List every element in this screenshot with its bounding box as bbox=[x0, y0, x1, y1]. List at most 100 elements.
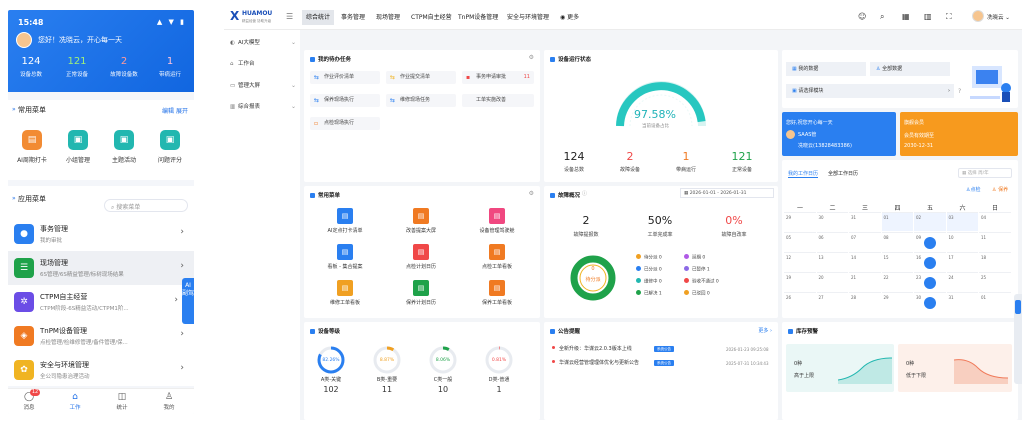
stat-fault[interactable]: 2 故障设备数 bbox=[101, 56, 147, 78]
sidebar-item-workbench[interactable]: ⌂ 工作台 bbox=[230, 57, 298, 71]
todo-item[interactable]: ▫ 点检现场执行 bbox=[310, 117, 380, 130]
app-item-site[interactable]: ☰ 现场管理 6S管理/6S精益管理/标树现场结果 › bbox=[8, 251, 194, 285]
calendar-day[interactable]: 13 bbox=[816, 252, 848, 271]
calendar-day[interactable]: 05 bbox=[784, 232, 816, 251]
todo-item[interactable]: ⇆ 作业评价清单 bbox=[310, 71, 380, 84]
collapse-menu-icon[interactable]: ☰ bbox=[286, 12, 293, 21]
calendar-day[interactable]: 27 bbox=[816, 292, 848, 311]
avatar[interactable] bbox=[16, 32, 32, 48]
quick-menu-item[interactable]: ▤ AI定点打卡清单 bbox=[316, 208, 374, 234]
quick-menu-item[interactable]: ▤ 设备管理驾驶舱 bbox=[468, 208, 526, 234]
sidebar-item-report[interactable]: ▥ 综合报表 ⌄ bbox=[230, 100, 298, 114]
schedule-dot[interactable] bbox=[924, 297, 936, 309]
app-item-affairs[interactable]: ● 事务管理 我的审批 › bbox=[8, 217, 194, 251]
calendar-day[interactable]: 25 bbox=[979, 272, 1011, 291]
app-item-safety[interactable]: ✿ 安全与环境管理 全公司隐患治理活动 › bbox=[8, 353, 194, 387]
calendar-day[interactable]: 26 bbox=[784, 292, 816, 311]
date-range-picker[interactable]: ▦ 2026-01-01 - 2026-01-31 bbox=[680, 188, 774, 198]
calendar-day[interactable]: 10 bbox=[946, 232, 978, 251]
sidebar-item-screen[interactable]: ▭ 管理大屏 ⌄ bbox=[230, 79, 298, 93]
schedule-dot[interactable] bbox=[924, 237, 936, 249]
calendar-day[interactable]: 28 bbox=[849, 292, 881, 311]
tab-my-calendar[interactable]: 我的工作日历 bbox=[788, 170, 819, 178]
fault-stat[interactable]: 0% 故障自改率 bbox=[708, 214, 760, 238]
calendar-day[interactable]: 04 bbox=[979, 212, 1011, 231]
menu-search-input[interactable]: ⌕ 搜索菜单 bbox=[104, 199, 188, 212]
quick-menu-item[interactable]: ▤ 点检工单看板 bbox=[468, 244, 526, 270]
calendar-day[interactable]: 06 bbox=[816, 232, 848, 251]
app-item-ctpm[interactable]: ✲ CTPM自主经营 CTPM阶段-6S精益活动/CTPM1阶... › bbox=[8, 285, 194, 319]
calendar-day[interactable]: 17 bbox=[946, 252, 978, 271]
calendar-day[interactable]: 16 bbox=[914, 252, 946, 271]
todo-item[interactable]: ⇆ 作业提交清单 bbox=[386, 71, 456, 84]
more-link[interactable]: 更多 › bbox=[758, 327, 772, 334]
stock-upper-box[interactable]: 0种 高于上限 bbox=[786, 344, 894, 392]
notice-item[interactable]: 全新升级：华谋云2.0.3版本上线 bbox=[552, 344, 632, 354]
calendar-day[interactable]: 21 bbox=[849, 272, 881, 291]
quick-item[interactable]: ▣ 问题评分 bbox=[150, 130, 190, 164]
calendar-day[interactable]: 30 bbox=[914, 292, 946, 311]
quick-menu-item[interactable]: ▤ 看板 - 集合提案 bbox=[316, 244, 374, 270]
ai-assistant-button[interactable] bbox=[1015, 300, 1021, 314]
calendar-day[interactable]: 01 bbox=[979, 292, 1011, 311]
top-menu-safety[interactable]: 安全与环境管理 bbox=[503, 10, 553, 25]
tab-all-calendar[interactable]: 全部工作日历 bbox=[828, 170, 858, 177]
calendar-day[interactable]: 30 bbox=[816, 212, 848, 231]
calendar-day[interactable]: 29 bbox=[784, 212, 816, 231]
calendar-day[interactable]: 07 bbox=[849, 232, 881, 251]
calendar-day[interactable]: 03 bbox=[946, 212, 978, 231]
top-menu-site[interactable]: 现场管理 bbox=[372, 10, 404, 25]
calendar-search-input[interactable]: ▦ 选择 周/年 bbox=[958, 168, 1012, 178]
quick-menu-item[interactable]: ▤ 点检计划日历 bbox=[392, 244, 450, 270]
fault-stat[interactable]: 50% 工单完成率 bbox=[634, 214, 686, 238]
tab-stats[interactable]: ◫ 统计 bbox=[107, 392, 137, 411]
settings-icon[interactable]: ⚙ bbox=[529, 190, 534, 197]
fault-stat[interactable]: 2 故障提报数 bbox=[560, 214, 612, 238]
quick-menu-item[interactable]: ▤ 维修工单看板 bbox=[316, 280, 374, 306]
calendar-day[interactable]: 22 bbox=[881, 272, 913, 291]
stat-normal[interactable]: 121 正常设备 bbox=[54, 56, 100, 78]
calendar-day[interactable]: 18 bbox=[979, 252, 1011, 271]
todo-item[interactable]: ⇆ 保养现场执行 bbox=[310, 94, 380, 107]
stock-lower-box[interactable]: 0种 低于下限 bbox=[898, 344, 1012, 392]
top-menu-ctpm[interactable]: CTPM自主经营 bbox=[407, 10, 456, 25]
robot-icon[interactable]: ☺ bbox=[858, 12, 866, 21]
top-menu-tnpm[interactable]: TnPM设备管理 bbox=[454, 10, 502, 25]
quick-item[interactable]: ▣ 主题活动 bbox=[104, 130, 144, 164]
quick-menu-item[interactable]: ▤ 改善提案大屏 bbox=[392, 208, 450, 234]
all-data-tab[interactable]: ♙ 全部数据 bbox=[870, 62, 950, 76]
calendar-day[interactable]: 09 bbox=[914, 232, 946, 251]
grade-b[interactable]: B类-重要 11 bbox=[367, 376, 407, 394]
quick-menu-item[interactable]: ▤ 保养工单看板 bbox=[468, 280, 526, 306]
top-menu-affairs[interactable]: 事务管理 bbox=[337, 10, 369, 25]
grade-d[interactable]: D类-普通 1 bbox=[479, 376, 519, 394]
calendar-day[interactable]: 14 bbox=[849, 252, 881, 271]
status-stat[interactable]: 1 带病运行 bbox=[666, 150, 706, 173]
status-stat[interactable]: 2 故障设备 bbox=[610, 150, 650, 173]
logo[interactable]: X HUAMOU 精益经营 协助升级 bbox=[230, 9, 280, 27]
grade-c[interactable]: C类一般 10 bbox=[423, 376, 463, 394]
calendar-day[interactable]: 31 bbox=[849, 212, 881, 231]
ai-assistant-button[interactable]: AI 副驾 bbox=[182, 278, 194, 324]
calendar-day[interactable]: 01 bbox=[881, 212, 913, 231]
grade-a[interactable]: A类-关键 102 bbox=[311, 376, 351, 394]
edit-link[interactable]: 编辑 bbox=[162, 106, 174, 115]
todo-item[interactable]: 工单实施改善 bbox=[462, 94, 534, 107]
user-menu[interactable]: 冼晓云 ⌄ bbox=[987, 13, 1010, 21]
calendar-day[interactable]: 24 bbox=[946, 272, 978, 291]
calendar-day[interactable]: 15 bbox=[881, 252, 913, 271]
tab-messages[interactable]: ◯ 消息 bbox=[14, 392, 44, 411]
quick-item[interactable]: ▣ 小组管理 bbox=[58, 130, 98, 164]
inspect-link[interactable]: ♙点检 bbox=[966, 186, 981, 193]
tab-work[interactable]: ⌂ 工作 bbox=[60, 392, 90, 411]
todo-item[interactable]: ▪ 事务申请审批 11 bbox=[462, 71, 534, 84]
status-stat[interactable]: 124 设备总数 bbox=[554, 150, 594, 173]
calendar-day[interactable]: 20 bbox=[816, 272, 848, 291]
notice-item[interactable]: 华谋云经营管理理体优化与更新公告 bbox=[552, 358, 639, 368]
sidebar-item-ai[interactable]: ◐ AI大模型 ⌄ bbox=[230, 36, 298, 50]
quick-menu-item[interactable]: ▤ 保养计划日历 bbox=[392, 280, 450, 306]
quick-item[interactable]: ▤ AI周期打卡 bbox=[12, 130, 52, 164]
help-icon[interactable]: ⓘ bbox=[582, 190, 587, 197]
calendar-day[interactable]: 31 bbox=[946, 292, 978, 311]
top-menu-stats[interactable]: 综合统计 bbox=[302, 10, 335, 25]
